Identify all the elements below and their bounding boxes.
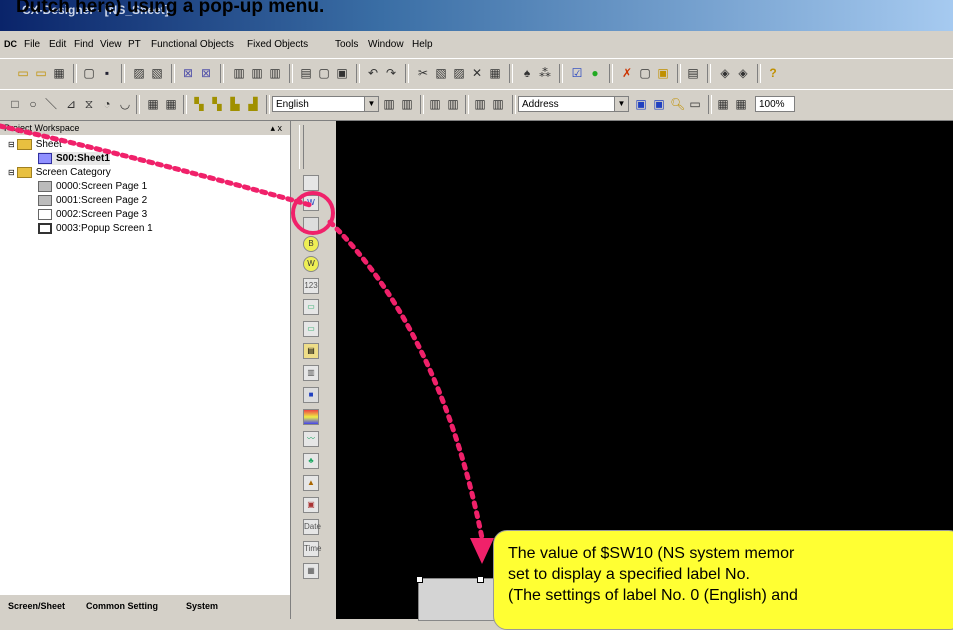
highlight-circle bbox=[291, 191, 335, 235]
dotted-arrow-line bbox=[0, 123, 313, 208]
dotted-arrow-line bbox=[327, 219, 485, 541]
annotation-overlay bbox=[0, 123, 494, 564]
arrowhead-icon bbox=[470, 538, 494, 564]
